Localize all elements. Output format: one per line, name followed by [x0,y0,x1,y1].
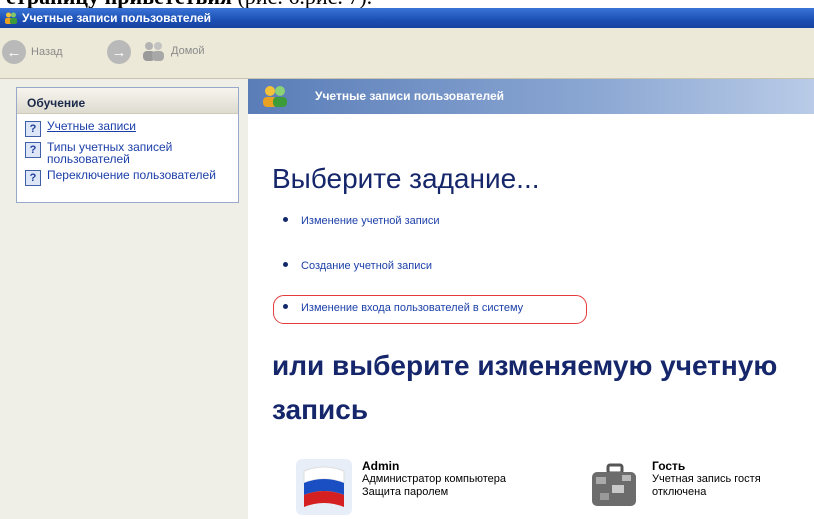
sidebar-item-user-accounts[interactable]: ? Учетные записи [17,120,238,137]
doc-text-suffix: (рис. 6.рис. 7). [232,0,372,8]
left-task-pane: Обучение ? Учетные записи ? Типы учетных… [0,79,248,519]
user-accounts-icon [5,12,17,24]
account-role: Администратор компьютера [362,473,506,485]
forward-arrow-icon: → [107,40,131,64]
learn-about-panel: Обучение ? Учетные записи ? Типы учетных… [16,87,239,203]
doc-text-bold: страницу приветствия [6,0,232,8]
account-name: Admin [362,459,400,473]
account-status: Защита паролем [362,486,449,498]
task-label[interactable]: Изменение учетной записи [301,215,440,227]
task-create-account[interactable]: Создание учетной записи [283,260,432,272]
window-title-bar[interactable]: Учетные записи пользователей [0,8,814,28]
russian-flag-icon [296,459,352,515]
account-role: Учетная запись гостя [652,473,761,485]
suitcase-icon [592,463,636,506]
page-header: Учетные записи пользователей [248,79,814,114]
account-info: Гость Учетная запись гостя отключена [652,459,761,515]
page-title: Выберите задание... [272,163,540,194]
home-button[interactable]: Домой [142,40,205,62]
sidebar-item-account-types[interactable]: ? Типы учетных записей пользователей [17,141,238,165]
panel-heading: Обучение [17,88,238,114]
window-title: Учетные записи пользователей [22,11,212,25]
back-button[interactable]: ← Назад [2,40,63,64]
sidebar-item-switch-users[interactable]: ? Переключение пользователей [17,169,238,186]
help-icon: ? [25,121,41,137]
bullet-icon [283,261,288,267]
account-admin[interactable]: Admin Администратор компьютера Защита па… [296,459,506,515]
task-label[interactable]: Создание учетной записи [301,260,432,272]
task-change-account[interactable]: Изменение учетной записи [283,215,440,227]
account-info: Admin Администратор компьютера Защита па… [362,459,506,515]
sidebar-item-label[interactable]: Типы учетных записей пользователей [47,141,230,165]
toolbar: ← Назад → Домой [0,28,814,79]
users-home-icon [143,42,164,61]
account-name: Гость [652,459,686,473]
highlight-ellipse [273,295,587,324]
help-icon: ? [25,170,41,186]
header-title: Учетные записи пользователей [315,89,505,103]
help-icon: ? [25,142,41,158]
back-arrow-icon: ← [2,40,26,64]
forward-button[interactable]: → [107,40,131,64]
pick-account-heading: или выберите изменяемую учетную запись [272,350,778,425]
user-accounts-icon [263,86,287,107]
sidebar-item-label[interactable]: Учетные записи [47,120,136,137]
bullet-icon [283,216,288,222]
account-guest[interactable]: Гость Учетная запись гостя отключена [586,459,761,515]
home-label: Домой [171,45,205,57]
account-status: отключена [652,486,707,498]
back-label: Назад [31,46,63,58]
sidebar-item-label[interactable]: Переключение пользователей [47,169,216,186]
document-text-fragment: страницу приветствия (рис. 6.рис. 7). [0,0,814,8]
